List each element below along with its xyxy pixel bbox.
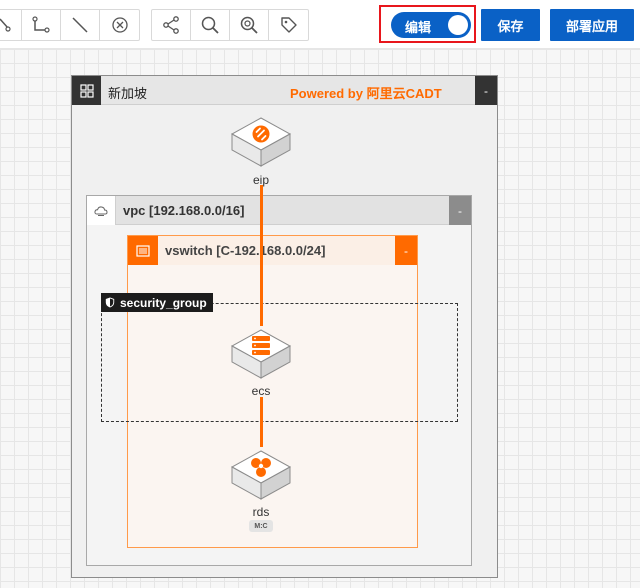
find-node-button[interactable] <box>230 10 269 40</box>
edit-toggle-label: 编辑 <box>405 20 432 35</box>
toolbar: 编辑 保存 部署应用 <box>0 0 640 48</box>
find-node-icon <box>240 16 258 34</box>
security-group-label: security_group <box>101 293 213 312</box>
ecs-label: ecs <box>251 384 271 398</box>
vswitch-header: vswitch [C-192.168.0.0/24] - <box>128 236 417 265</box>
tag-icon <box>280 17 297 33</box>
rds-label: rds <box>252 505 270 519</box>
elbow-connector-tool-button[interactable] <box>22 10 61 40</box>
elbow-connector-icon <box>32 16 50 33</box>
link-eip-ecs[interactable] <box>260 185 263 326</box>
share-button[interactable] <box>152 10 191 40</box>
line-tool-button[interactable] <box>61 10 100 40</box>
node-rds[interactable] <box>229 447 293 503</box>
edit-mode-toggle[interactable]: 编辑 <box>391 12 471 38</box>
tag-button[interactable] <box>269 10 308 40</box>
zoom-button[interactable] <box>191 10 230 40</box>
share-icon <box>163 16 179 34</box>
node-eip[interactable] <box>229 114 293 170</box>
link-ecs-rds[interactable] <box>260 397 263 447</box>
region-title: 新加坡 <box>108 86 148 101</box>
connector-tool-button[interactable] <box>0 10 22 40</box>
delete-tool-button[interactable] <box>100 10 139 40</box>
vpc-cloud-icon <box>87 196 116 225</box>
ecs-node-icon <box>230 329 292 379</box>
connector-icon <box>0 18 11 32</box>
powered-by-label: Powered by 阿里云CADT <box>290 86 442 101</box>
rds-badge: M:C <box>249 520 273 532</box>
security-group-title: security_group <box>120 295 207 310</box>
region-collapse-button[interactable]: - <box>475 76 497 105</box>
vswitch-icon <box>128 236 158 265</box>
deploy-button[interactable]: 部署应用 <box>550 9 634 41</box>
line-icon <box>72 17 88 33</box>
eip-node-icon <box>230 117 292 167</box>
rds-node-icon <box>230 450 292 500</box>
region-grid-icon <box>72 76 101 105</box>
vpc-collapse-button[interactable]: - <box>449 196 471 225</box>
toggle-knob <box>448 15 468 35</box>
region-header: 新加坡 Powered by 阿里云CADT - <box>72 76 497 105</box>
shield-icon <box>105 297 115 308</box>
vpc-title: vpc [192.168.0.0/16] <box>123 203 245 218</box>
delete-icon <box>111 17 128 33</box>
node-ecs[interactable] <box>229 326 293 382</box>
zoom-icon <box>201 16 219 34</box>
vswitch-collapse-button[interactable]: - <box>395 236 417 265</box>
vswitch-title: vswitch [C-192.168.0.0/24] <box>165 243 326 258</box>
vpc-header: vpc [192.168.0.0/16] - <box>87 196 471 225</box>
draw-tools-group <box>0 9 140 41</box>
save-button[interactable]: 保存 <box>481 9 540 41</box>
eip-label: eip <box>252 173 269 187</box>
view-tools-group <box>151 9 309 41</box>
